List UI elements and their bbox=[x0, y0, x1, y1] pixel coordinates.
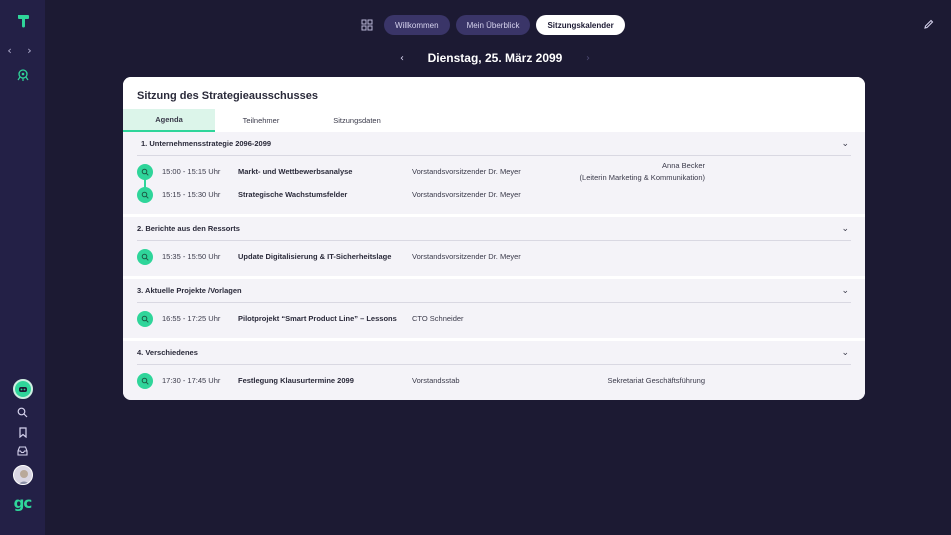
agenda-item[interactable]: 15:15 - 15:30 Uhr Strategische Wachstums… bbox=[137, 183, 851, 206]
section-header[interactable]: 4. Verschiedenes ⌄ bbox=[137, 341, 851, 365]
brand-text: gc bbox=[13, 494, 33, 512]
agenda-section: 2. Berichte aus den Ressorts ⌄ 15:35 - 1… bbox=[123, 217, 865, 279]
sidebar: ‹ › gc bbox=[0, 0, 45, 535]
chevron-left-right-icon[interactable]: ‹ › bbox=[7, 44, 37, 57]
item-extra-name: Anna Becker bbox=[662, 160, 705, 170]
user-avatar-icon bbox=[12, 465, 33, 485]
inbox-icon bbox=[17, 446, 28, 456]
search-button[interactable] bbox=[0, 407, 45, 418]
sidebar-nav-arrows[interactable]: ‹ › bbox=[0, 44, 45, 57]
item-time: 17:30 - 17:45 Uhr bbox=[162, 376, 221, 385]
tab-teilnehmer[interactable]: Teilnehmer bbox=[215, 109, 307, 132]
agenda-status-icon bbox=[137, 310, 153, 327]
group-icon bbox=[17, 69, 28, 81]
tab-mein-ueberblick[interactable]: Mein Überblick bbox=[455, 15, 531, 35]
meeting-icon-button[interactable] bbox=[0, 68, 45, 82]
section-header[interactable]: 3. Aktuelle Projekte /Vorlagen ⌄ bbox=[137, 279, 851, 303]
logo-icon bbox=[17, 15, 29, 28]
agenda-item[interactable]: 15:00 - 15:15 Uhr Markt- und Wettbewerbs… bbox=[137, 160, 851, 183]
app-logo[interactable] bbox=[0, 14, 45, 28]
meeting-title: Sitzung des Strategieausschusses bbox=[137, 90, 318, 102]
current-date: Dienstag, 25. März 2099 bbox=[427, 51, 563, 65]
inbox-button[interactable] bbox=[0, 446, 45, 456]
item-time: 15:15 - 15:30 Uhr bbox=[162, 190, 221, 199]
agenda-item[interactable]: 15:35 - 15:50 Uhr Update Digitalisierung… bbox=[137, 245, 851, 268]
section-title: 2. Berichte aus den Ressorts bbox=[137, 224, 240, 233]
section-title: 3. Aktuelle Projekte /Vorlagen bbox=[137, 286, 242, 295]
card-header: Sitzung des Strategieausschusses Agenda … bbox=[123, 77, 865, 132]
item-time: 16:55 - 17:25 Uhr bbox=[162, 314, 221, 323]
search-icon bbox=[17, 407, 28, 418]
brand-logo: gc bbox=[0, 494, 45, 512]
item-topic: Festlegung Klausurtermine 2099 bbox=[238, 376, 354, 385]
top-navigation: Willkommen Mein Überblick Sitzungskalend… bbox=[360, 15, 625, 35]
user-avatar[interactable] bbox=[0, 465, 45, 485]
item-time: 15:00 - 15:15 Uhr bbox=[162, 167, 221, 176]
item-presenter: CTO Schneider bbox=[412, 314, 464, 323]
section-title: 4. Verschiedenes bbox=[137, 348, 198, 357]
date-navigation: ‹ Dienstag, 25. März 2099 › bbox=[400, 51, 590, 65]
assistant-avatar[interactable] bbox=[0, 379, 45, 399]
item-extra-role: (Leiterin Marketing & Kommunikation) bbox=[579, 172, 705, 182]
agenda-item[interactable]: 16:55 - 17:25 Uhr Pilotprojekt “Smart Pr… bbox=[137, 307, 851, 330]
bookmark-button[interactable] bbox=[0, 427, 45, 438]
item-presenter: Vorstandsvorsitzender Dr. Meyer bbox=[412, 190, 521, 199]
item-extra: Anna Becker (Leiterin Marketing & Kommun… bbox=[572, 160, 705, 184]
agenda-section: 4. Verschiedenes ⌄ 17:30 - 17:45 Uhr Fes… bbox=[123, 341, 865, 400]
tab-sitzungskalender[interactable]: Sitzungskalender bbox=[536, 15, 625, 35]
agenda-section: 3. Aktuelle Projekte /Vorlagen ⌄ 16:55 -… bbox=[123, 279, 865, 341]
next-day-button[interactable]: › bbox=[586, 53, 590, 64]
item-presenter: Vorstandsvorsitzender Dr. Meyer bbox=[412, 252, 521, 261]
item-time: 15:35 - 15:50 Uhr bbox=[162, 252, 221, 261]
tab-willkommen[interactable]: Willkommen bbox=[384, 15, 450, 35]
item-presenter: Vorstandsstab bbox=[412, 376, 460, 385]
item-topic: Update Digitalisierung & IT-Sicherheitsl… bbox=[238, 252, 392, 261]
tab-sitzungsdaten[interactable]: Sitzungsdaten bbox=[307, 109, 407, 132]
chevron-down-icon[interactable]: ⌄ bbox=[841, 224, 849, 234]
chevron-down-icon[interactable]: ⌄ bbox=[841, 286, 849, 296]
agenda-section: 1. Unternehmensstrategie 2096-2099 ⌄ 15:… bbox=[123, 132, 865, 217]
previous-day-button[interactable]: ‹ bbox=[400, 53, 404, 64]
chevron-down-icon[interactable]: ⌄ bbox=[841, 348, 849, 358]
grid-icon[interactable] bbox=[360, 18, 374, 32]
edit-icon[interactable] bbox=[923, 19, 934, 30]
section-title: 1. Unternehmensstrategie 2096-2099 bbox=[141, 139, 272, 148]
section-header[interactable]: 2. Berichte aus den Ressorts ⌄ bbox=[137, 217, 851, 241]
card-tabs: Agenda Teilnehmer Sitzungsdaten bbox=[123, 109, 407, 132]
tab-agenda[interactable]: Agenda bbox=[123, 109, 215, 132]
agenda-status-icon bbox=[137, 372, 153, 389]
agenda-status-icon bbox=[137, 186, 153, 203]
item-topic: Pilotprojekt “Smart Product Line” – Less… bbox=[238, 314, 397, 323]
meeting-card: Sitzung des Strategieausschusses Agenda … bbox=[123, 77, 865, 400]
section-header[interactable]: 1. Unternehmensstrategie 2096-2099 ⌄ bbox=[137, 132, 851, 156]
item-topic: Markt- und Wettbewerbsanalyse bbox=[238, 167, 353, 176]
bookmark-icon bbox=[18, 427, 27, 438]
agenda-status-icon bbox=[137, 248, 153, 265]
chevron-down-icon[interactable]: ⌄ bbox=[841, 139, 849, 149]
agenda-status-icon bbox=[137, 163, 153, 180]
bot-avatar-icon bbox=[12, 379, 33, 399]
item-extra: Sekretariat Geschäftsführung bbox=[607, 375, 705, 385]
agenda-item[interactable]: 17:30 - 17:45 Uhr Festlegung Klausurterm… bbox=[137, 369, 851, 392]
item-presenter: Vorstandsvorsitzender Dr. Meyer bbox=[412, 167, 521, 176]
item-topic: Strategische Wachstumsfelder bbox=[238, 190, 348, 199]
